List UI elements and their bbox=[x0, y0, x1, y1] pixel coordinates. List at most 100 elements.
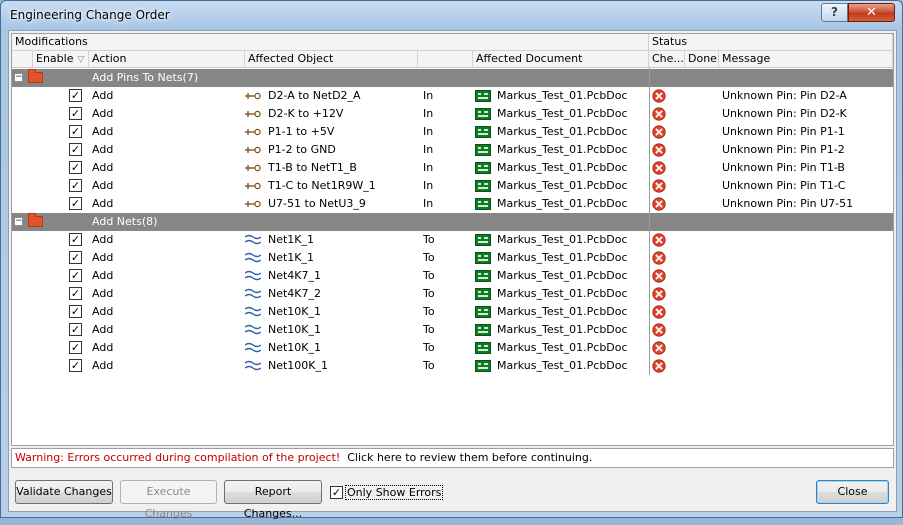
error-icon bbox=[652, 359, 666, 373]
enable-checkbox[interactable]: ✓ bbox=[69, 305, 82, 318]
message-cell bbox=[722, 249, 892, 267]
enable-checkbox[interactable]: ✓ bbox=[69, 269, 82, 282]
net-icon bbox=[244, 306, 262, 318]
compile-warning-bar[interactable]: Warning: Errors occurred during compilat… bbox=[11, 448, 894, 468]
change-row[interactable]: ✓ Add P1-1 to +5V In Markus_Test_01.PcbDoc Un… bbox=[12, 123, 893, 141]
message-cell: Unknown Pin: Pin T1-C bbox=[722, 179, 846, 192]
change-row[interactable]: ✓ Add Net1K_1 To Markus_Test_01.PcbDoc bbox=[12, 231, 893, 249]
action-cell: Add bbox=[92, 287, 114, 300]
net-icon bbox=[244, 324, 262, 336]
message-cell: Unknown Pin: Pin P1-2 bbox=[722, 143, 845, 156]
action-cell: Add bbox=[92, 251, 114, 264]
pin-icon bbox=[245, 162, 261, 174]
change-row[interactable]: ✓ Add Net4K7_2 To Markus_Test_01.PcbDoc bbox=[12, 285, 893, 303]
action-cell: Add bbox=[92, 125, 114, 138]
column-header-affected-object[interactable]: Affected Object bbox=[245, 51, 418, 68]
affected-object-cell: D2-K to +12V bbox=[268, 107, 344, 120]
affected-object-cell: T1-C to Net1R9W_1 bbox=[268, 179, 376, 192]
change-row[interactable]: ✓ Add D2-K to +12V In Markus_Test_01.PcbDoc U… bbox=[12, 105, 893, 123]
section-row[interactable]: − Add Nets(8) bbox=[12, 213, 893, 231]
collapse-toggle-icon[interactable]: − bbox=[14, 217, 23, 226]
section-row[interactable]: − Add Pins To Nets(7) bbox=[12, 69, 893, 87]
column-header-enable[interactable]: Enable ▽ bbox=[33, 51, 89, 68]
pcb-document-icon bbox=[475, 342, 491, 354]
enable-checkbox[interactable]: ✓ bbox=[69, 107, 82, 120]
change-row[interactable]: ✓ Add Net1K_1 To Markus_Test_01.PcbDoc bbox=[12, 249, 893, 267]
validate-changes-button[interactable]: Validate Changes bbox=[15, 480, 113, 504]
enable-checkbox[interactable]: ✓ bbox=[69, 251, 82, 264]
title-bar[interactable]: Engineering Change Order ? ✕ bbox=[1, 1, 902, 31]
enable-checkbox[interactable]: ✓ bbox=[69, 179, 82, 192]
change-row[interactable]: ✓ Add Net10K_1 To Markus_Test_01.PcbDoc bbox=[12, 339, 893, 357]
change-row[interactable]: ✓ Add T1-B to NetT1_B In Markus_Test_01.PcbD… bbox=[12, 159, 893, 177]
enable-checkbox[interactable]: ✓ bbox=[69, 341, 82, 354]
only-show-errors-label: Only Show Errors bbox=[345, 484, 444, 500]
column-header-done[interactable]: Done bbox=[685, 51, 719, 68]
enable-checkbox[interactable]: ✓ bbox=[69, 125, 82, 138]
change-row[interactable]: ✓ Add T1-C to Net1R9W_1 In Markus_Test_01.Pc… bbox=[12, 177, 893, 195]
ecoc-dialog: Engineering Change Order ? ✕ Modificatio… bbox=[0, 0, 903, 520]
sort-arrow-icon: ▽ bbox=[77, 55, 85, 65]
affected-document-cell: Markus_Test_01.PcbDoc bbox=[497, 359, 628, 372]
column-header-message[interactable]: Message bbox=[719, 51, 893, 68]
enable-checkbox[interactable]: ✓ bbox=[69, 323, 82, 336]
error-icon bbox=[652, 233, 666, 247]
affected-document-cell: Markus_Test_01.PcbDoc bbox=[497, 251, 628, 264]
affected-document-cell: Markus_Test_01.PcbDoc bbox=[497, 287, 628, 300]
window-close-button[interactable]: ✕ bbox=[848, 3, 895, 22]
affected-object-cell: Net100K_1 bbox=[268, 359, 329, 372]
help-button[interactable]: ? bbox=[821, 3, 848, 22]
error-icon bbox=[652, 179, 666, 193]
affected-document-cell: Markus_Test_01.PcbDoc bbox=[497, 107, 628, 120]
column-header-affected-document[interactable]: Affected Document bbox=[473, 51, 649, 68]
enable-checkbox[interactable]: ✓ bbox=[69, 359, 82, 372]
change-row[interactable]: ✓ Add Net10K_1 To Markus_Test_01.PcbDoc bbox=[12, 321, 893, 339]
change-row[interactable]: ✓ Add U7-51 to NetU3_9 In Markus_Test_01.Pcb… bbox=[12, 195, 893, 213]
enable-checkbox[interactable]: ✓ bbox=[69, 287, 82, 300]
change-row[interactable]: ✓ Add P1-2 to GND In Markus_Test_01.PcbDoc Un… bbox=[12, 141, 893, 159]
column-header-direction[interactable] bbox=[418, 51, 473, 68]
enable-checkbox[interactable]: ✓ bbox=[69, 197, 82, 210]
error-icon bbox=[652, 107, 666, 121]
enable-checkbox[interactable]: ✓ bbox=[69, 89, 82, 102]
close-button[interactable]: Close bbox=[816, 480, 889, 504]
change-row[interactable]: ✓ Add D2-A to NetD2_A In Markus_Test_01.PcbD… bbox=[12, 87, 893, 105]
report-changes-button[interactable]: Report Changes... bbox=[224, 480, 322, 520]
change-row[interactable]: ✓ Add Net4K7_1 To Markus_Test_01.PcbDoc bbox=[12, 267, 893, 285]
direction-cell: To bbox=[423, 305, 435, 318]
enable-checkbox[interactable]: ✓ bbox=[69, 143, 82, 156]
affected-object-cell: Net1K_1 bbox=[268, 233, 315, 246]
affected-document-cell: Markus_Test_01.PcbDoc bbox=[497, 323, 628, 336]
enable-checkbox[interactable]: ✓ bbox=[69, 233, 82, 246]
review-errors-link[interactable]: Click here to review them before continu… bbox=[347, 451, 592, 464]
action-cell: Add bbox=[92, 143, 114, 156]
column-header-action[interactable]: Action bbox=[89, 51, 245, 68]
only-show-errors-checkbox[interactable]: ✓ bbox=[330, 485, 343, 499]
affected-object-cell: D2-A to NetD2_A bbox=[268, 89, 361, 102]
error-icon bbox=[652, 125, 666, 139]
column-header-check[interactable]: Che... bbox=[649, 51, 685, 68]
pcb-document-icon bbox=[475, 288, 491, 300]
error-icon bbox=[652, 161, 666, 175]
pin-icon bbox=[245, 90, 261, 102]
collapse-toggle-icon[interactable]: − bbox=[14, 73, 23, 82]
affected-object-cell: U7-51 to NetU3_9 bbox=[268, 197, 366, 210]
direction-cell: To bbox=[423, 269, 435, 282]
group-header-modifications: Modifications bbox=[12, 34, 649, 51]
pcb-document-icon bbox=[475, 324, 491, 336]
enable-checkbox[interactable]: ✓ bbox=[69, 161, 82, 174]
pin-icon bbox=[245, 126, 261, 138]
change-row[interactable]: ✓ Add Net100K_1 To Markus_Test_01.PcbDoc bbox=[12, 357, 893, 375]
affected-document-cell: Markus_Test_01.PcbDoc bbox=[497, 341, 628, 354]
execute-changes-button[interactable]: Execute Changes bbox=[120, 480, 217, 520]
window-title: Engineering Change Order bbox=[10, 8, 170, 22]
affected-document-cell: Markus_Test_01.PcbDoc bbox=[497, 161, 628, 174]
action-cell: Add bbox=[92, 233, 114, 246]
section-title: Add Nets(8) bbox=[92, 215, 158, 228]
change-row[interactable]: ✓ Add Net10K_1 To Markus_Test_01.PcbDoc bbox=[12, 303, 893, 321]
pcb-document-icon bbox=[475, 252, 491, 264]
direction-cell: To bbox=[423, 251, 435, 264]
pin-icon bbox=[245, 144, 261, 156]
only-show-errors-toggle[interactable]: ✓ Only Show Errors bbox=[330, 484, 444, 502]
group-header-status: Status bbox=[649, 34, 893, 51]
